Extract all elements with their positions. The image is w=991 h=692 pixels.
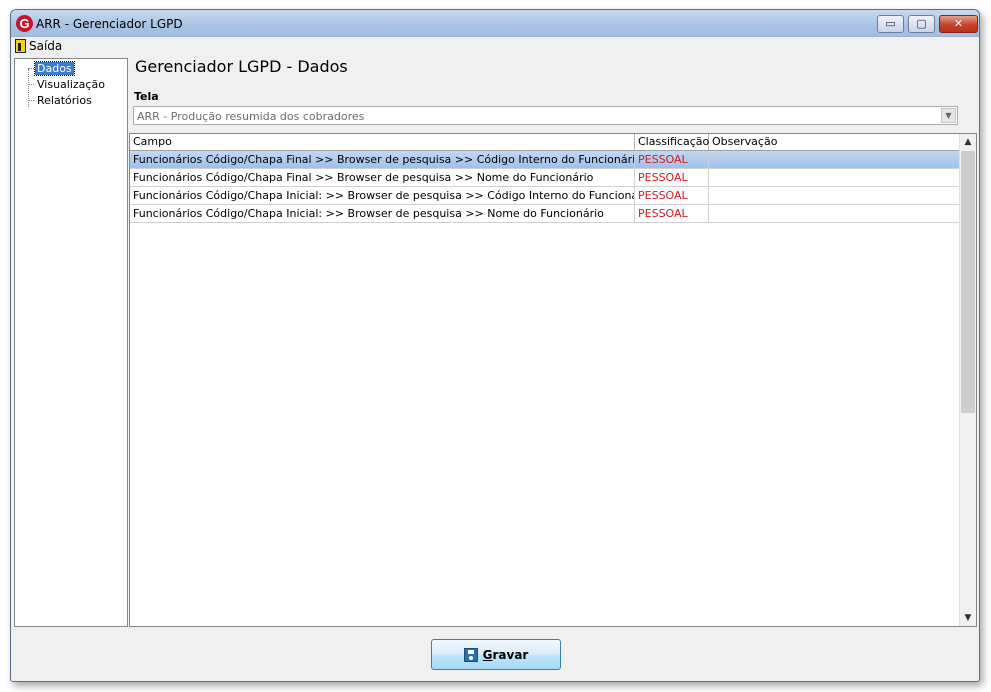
cell-observacao[interactable] (709, 187, 959, 204)
cell-campo[interactable]: Funcionários Código/Chapa Inicial: >> Br… (130, 187, 635, 204)
menu-item-exit[interactable]: Saída (15, 38, 62, 54)
maximize-button[interactable]: ▢ (908, 15, 935, 33)
tela-select-value: ARR - Produção resumida dos cobradores (137, 110, 365, 123)
sidebar-tree: Dados Visualização Relatórios (14, 58, 128, 627)
cell-classificacao[interactable]: PESSOAL (635, 151, 709, 168)
cell-classificacao[interactable]: PESSOAL (635, 205, 709, 222)
cell-observacao[interactable] (709, 151, 959, 168)
scrollbar-thumb[interactable] (961, 151, 975, 413)
cell-campo[interactable]: Funcionários Código/Chapa Final >> Brows… (130, 169, 635, 186)
tree-connector (28, 100, 34, 101)
tree-connector (28, 84, 34, 85)
tela-select[interactable]: ARR - Produção resumida dos cobradores ▼ (133, 106, 958, 125)
cell-campo[interactable]: Funcionários Código/Chapa Inicial: >> Br… (130, 205, 635, 222)
title-bar[interactable]: G ARR - Gerenciador LGPD ▭ ▢ ✕ (11, 10, 979, 37)
app-logo-icon: G (16, 15, 33, 32)
table-row[interactable]: Funcionários Código/Chapa Inicial: >> Br… (130, 187, 959, 205)
cell-classificacao[interactable]: PESSOAL (635, 169, 709, 186)
column-header-classificacao[interactable]: Classificação (635, 134, 709, 150)
vertical-scrollbar[interactable]: ▲ ▼ (959, 134, 976, 626)
scroll-down-icon[interactable]: ▼ (960, 610, 976, 626)
save-button-label: Gravar (482, 647, 529, 662)
column-header-campo[interactable]: Campo (130, 134, 635, 150)
floppy-disk-icon (463, 647, 478, 662)
exit-door-icon (15, 39, 26, 53)
minimize-button[interactable]: ▭ (877, 15, 904, 33)
app-window: G ARR - Gerenciador LGPD ▭ ▢ ✕ Saída Dad… (10, 9, 980, 682)
window-title: ARR - Gerenciador LGPD (36, 17, 183, 31)
table-row[interactable]: Funcionários Código/Chapa Final >> Brows… (130, 169, 959, 187)
save-button[interactable]: Gravar (431, 639, 561, 670)
close-button[interactable]: ✕ (939, 15, 978, 33)
cell-observacao[interactable] (709, 169, 959, 186)
tree-connector (28, 69, 29, 107)
tree-connector (28, 68, 34, 69)
cell-campo[interactable]: Funcionários Código/Chapa Final >> Brows… (130, 151, 635, 168)
table-row[interactable]: Funcionários Código/Chapa Inicial: >> Br… (130, 205, 959, 223)
menu-item-exit-label: Saída (29, 39, 63, 53)
chevron-down-icon[interactable]: ▼ (941, 108, 956, 123)
grid-header: Campo Classificação Observação (130, 134, 959, 151)
sidebar-item-relatorios[interactable]: Relatórios (35, 94, 94, 107)
table-row[interactable]: Funcionários Código/Chapa Final >> Brows… (130, 151, 959, 169)
column-header-observacao[interactable]: Observação (709, 134, 959, 150)
data-grid: Campo Classificação Observação Funcionár… (129, 133, 977, 627)
cell-observacao[interactable] (709, 205, 959, 222)
sidebar-item-visualizacao[interactable]: Visualização (35, 78, 107, 91)
page-title: Gerenciador LGPD - Dados (135, 57, 348, 76)
menu-bar: Saída (11, 37, 979, 55)
tela-label: Tela (134, 90, 159, 103)
scroll-up-icon[interactable]: ▲ (960, 134, 976, 150)
sidebar-item-dados[interactable]: Dados (34, 61, 75, 76)
cell-classificacao[interactable]: PESSOAL (635, 187, 709, 204)
